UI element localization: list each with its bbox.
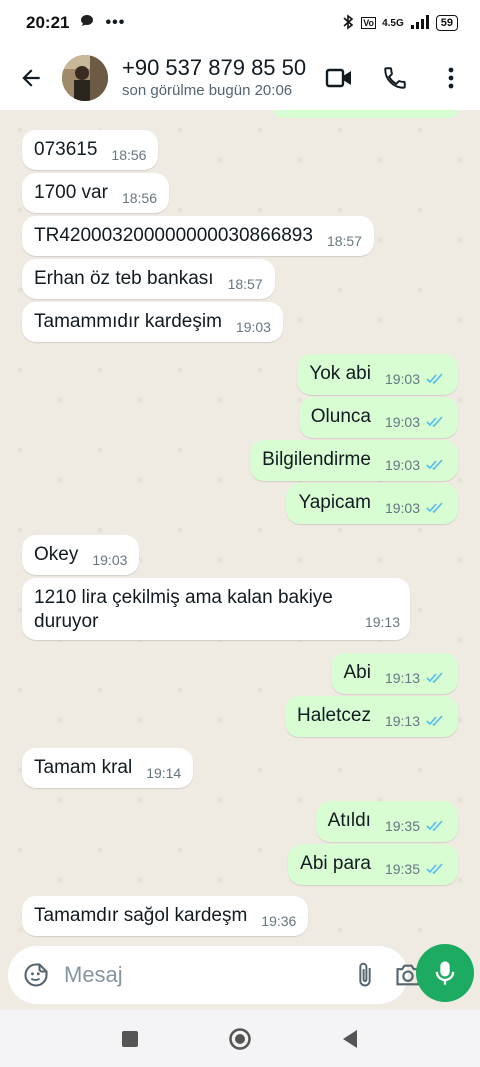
- message-time: 19:03: [384, 457, 420, 473]
- message-bubble-outgoing[interactable]: Yapicam 19:03: [286, 483, 458, 525]
- message-bubble-outgoing[interactable]: Bilgilendirme 19:03: [250, 440, 458, 482]
- battery-level: 59: [435, 15, 458, 31]
- message-bubble-incoming[interactable]: Tamammıdır kardeşim 19:03: [22, 302, 283, 342]
- last-seen: son görülme bugün 20:06: [122, 82, 293, 99]
- message-bubble-incoming[interactable]: Tamamdır sağol kardeşm 19:36: [22, 896, 309, 936]
- microphone-icon[interactable]: [416, 944, 474, 1002]
- message-time: 18:56: [121, 190, 157, 206]
- more-notifications-icon: •••: [105, 14, 126, 31]
- chat-header: +90 537 879 85 50 son görülme bugün 20:0…: [0, 46, 480, 110]
- message-text: Atıldı: [327, 810, 371, 831]
- message-time: 19:36: [261, 913, 297, 929]
- read-ticks-icon: [426, 667, 446, 691]
- message-text: Abi para: [300, 853, 371, 874]
- message-time: 19:03: [384, 414, 420, 430]
- message-time: 19:13: [364, 614, 400, 630]
- read-ticks-icon: [426, 454, 446, 478]
- message-bubble-outgoing[interactable]: Olunca 19:03: [298, 397, 458, 439]
- message-bubble-outgoing[interactable]: Atıldı 19:35: [315, 801, 458, 843]
- message-time: 19:03: [384, 371, 420, 387]
- signal-icon: [410, 14, 430, 33]
- message-text: Olunca: [310, 406, 371, 427]
- message-bubble-incoming[interactable]: TR420003200000000030866893 18:57: [22, 216, 374, 256]
- message-text: Okey: [34, 544, 79, 565]
- read-ticks-icon: [426, 368, 446, 392]
- message-time: 18:57: [227, 276, 263, 292]
- recents-button-icon[interactable]: [115, 1024, 145, 1054]
- message-bubble-outgoing[interactable]: Yok abi 19:03: [297, 354, 458, 396]
- message-time: 19:13: [384, 670, 420, 686]
- status-bar: 20:21 ••• Vo 4.5G 59: [0, 0, 480, 46]
- message-bubble-outgoing[interactable]: Abi para 19:35: [288, 844, 458, 886]
- message-bubble-incoming[interactable]: 1700 var 18:56: [22, 173, 169, 213]
- message-text: Tamamdır sağol kardeşm: [34, 905, 248, 926]
- message-bubble-incoming[interactable]: Tamam kral 19:14: [22, 748, 194, 788]
- message-composer: [8, 946, 420, 1004]
- sticker-icon[interactable]: [22, 958, 50, 992]
- network-type: 4.5G: [382, 17, 404, 29]
- message-time: 19:35: [384, 818, 420, 834]
- message-bubble-outgoing[interactable]: Haletcez 19:13: [285, 696, 458, 738]
- back-button-icon[interactable]: [335, 1024, 365, 1054]
- read-ticks-icon: [426, 858, 446, 882]
- message-text: Tamammıdır kardeşim: [34, 311, 222, 332]
- message-bubble-incoming[interactable]: 073615 18:56: [22, 130, 159, 170]
- message-bubble-incoming[interactable]: Okey 19:03: [22, 535, 140, 575]
- video-call-icon[interactable]: [324, 63, 354, 93]
- message-text: Haletcez: [297, 705, 371, 726]
- message-text: TR420003200000000030866893: [34, 225, 313, 246]
- message-time: 18:56: [111, 147, 147, 163]
- contact-avatar[interactable]: [62, 55, 108, 101]
- message-bubble-incoming[interactable]: Erhan öz teb bankası 18:57: [22, 259, 275, 299]
- message-time: 19:13: [384, 713, 420, 729]
- read-ticks-icon: [426, 815, 446, 839]
- message-text: 073615: [34, 139, 98, 160]
- read-ticks-icon: [426, 710, 446, 734]
- message-time: 18:57: [326, 233, 362, 249]
- message-bubble-incoming[interactable]: 1210 lira çekilmiş ama kalan bakiye duru…: [22, 578, 410, 640]
- message-text: Yok abi: [309, 363, 371, 384]
- more-vertical-icon[interactable]: [436, 63, 466, 93]
- message-time: 19:03: [92, 552, 128, 568]
- read-ticks-icon: [426, 497, 446, 521]
- contact-name: +90 537 879 85 50: [122, 55, 307, 80]
- message-text: Erhan öz teb bankası: [34, 268, 214, 289]
- bluetooth-icon: [341, 13, 355, 34]
- back-arrow-icon[interactable]: [14, 61, 48, 95]
- read-ticks-icon: [426, 411, 446, 435]
- status-time: 20:21: [26, 13, 70, 32]
- message-list[interactable]: 073615 18:56 1700 var 18:56 TR420003200000…: [0, 110, 480, 948]
- message-time: 19:03: [235, 319, 271, 335]
- message-text: Tamam kral: [34, 757, 133, 778]
- previous-message-edge: [274, 110, 458, 118]
- message-text: 1700 var: [34, 182, 108, 203]
- message-text: Abi: [343, 662, 371, 683]
- system-navigation-bar: [0, 1010, 480, 1067]
- volte-icon: Vo: [361, 17, 377, 29]
- phone-icon[interactable]: [380, 63, 410, 93]
- contact-info[interactable]: +90 537 879 85 50 son görülme bugün 20:0…: [122, 55, 324, 101]
- message-input[interactable]: [62, 961, 354, 989]
- message-time: 19:03: [384, 500, 420, 516]
- chat-bubble-notification-icon: [79, 13, 95, 34]
- home-button-icon[interactable]: [225, 1024, 255, 1054]
- paperclip-icon[interactable]: [354, 958, 376, 992]
- message-time: 19:35: [384, 861, 420, 877]
- message-text: Yapicam: [298, 492, 371, 513]
- message-text: Bilgilendirme: [262, 449, 371, 470]
- message-time: 19:14: [146, 765, 182, 781]
- message-text: 1210 lira çekilmiş ama kalan bakiye duru…: [34, 587, 333, 632]
- message-bubble-outgoing[interactable]: Abi 19:13: [331, 653, 458, 695]
